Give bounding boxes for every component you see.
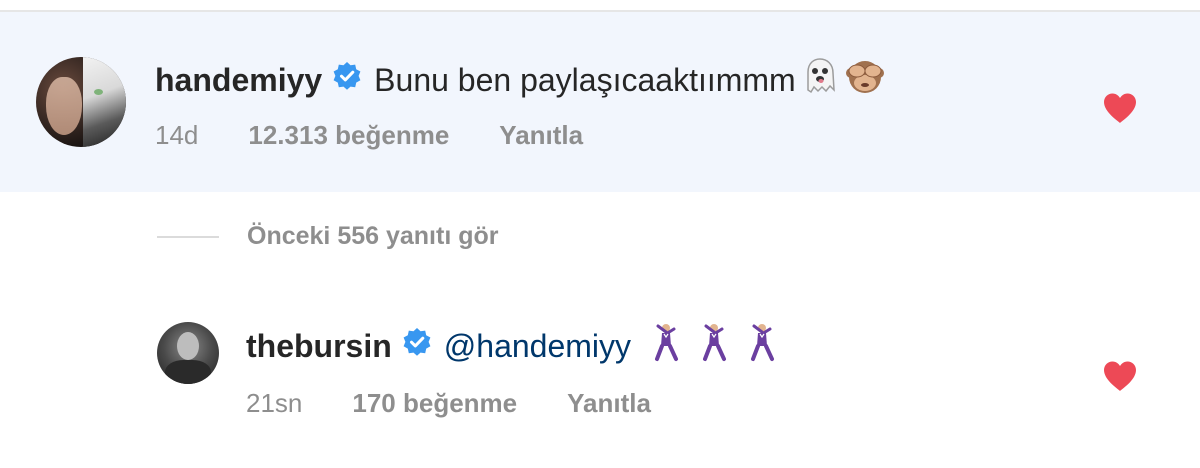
view-previous-replies-button[interactable]: Önceki 556 yanıtı gör bbox=[157, 222, 499, 251]
verified-badge-icon bbox=[332, 61, 362, 99]
avatar-head bbox=[177, 332, 199, 360]
avatar[interactable] bbox=[36, 57, 126, 147]
verified-badge-icon bbox=[402, 327, 432, 365]
avatar-face bbox=[46, 77, 82, 135]
comment-meta: 14d 12.313 beğenme Yanıtla bbox=[155, 120, 583, 151]
timestamp[interactable]: 21sn bbox=[246, 388, 302, 419]
timestamp[interactable]: 14d bbox=[155, 120, 198, 151]
man-dancing-icon bbox=[697, 322, 731, 370]
reply-row: thebursin @handemiyy bbox=[246, 322, 779, 370]
man-dancing-icon bbox=[649, 322, 683, 370]
avatar-cat bbox=[82, 57, 126, 147]
heart-icon[interactable] bbox=[1102, 360, 1138, 392]
comment-text: Bunu ben paylaşıcaaktıımmm bbox=[374, 61, 796, 98]
likes-count[interactable]: 12.313 beğenme bbox=[248, 120, 449, 151]
ghost-emoji-icon bbox=[800, 56, 840, 104]
man-dancing-icon bbox=[745, 322, 779, 370]
likes-count[interactable]: 170 beğenme bbox=[352, 388, 517, 419]
reply-meta: 21sn 170 beğenme Yanıtla bbox=[246, 388, 651, 419]
see-no-evil-monkey-icon bbox=[844, 56, 886, 104]
comment-row: handemiyy Bunu ben paylaşıcaaktıımmm bbox=[155, 56, 886, 104]
username[interactable]: handemiyy bbox=[155, 62, 322, 99]
avatar-body bbox=[165, 360, 211, 384]
view-previous-replies-label: Önceki 556 yanıtı gör bbox=[247, 222, 499, 250]
reply-button[interactable]: Yanıtla bbox=[567, 388, 651, 419]
reply-button[interactable]: Yanıtla bbox=[499, 120, 583, 151]
avatar[interactable] bbox=[157, 322, 219, 384]
avatar-cat-eye bbox=[94, 89, 103, 95]
heart-icon[interactable] bbox=[1102, 92, 1138, 124]
mention-link[interactable]: @handemiyy bbox=[444, 328, 631, 365]
username[interactable]: thebursin bbox=[246, 328, 392, 365]
replies-divider bbox=[157, 235, 219, 238]
